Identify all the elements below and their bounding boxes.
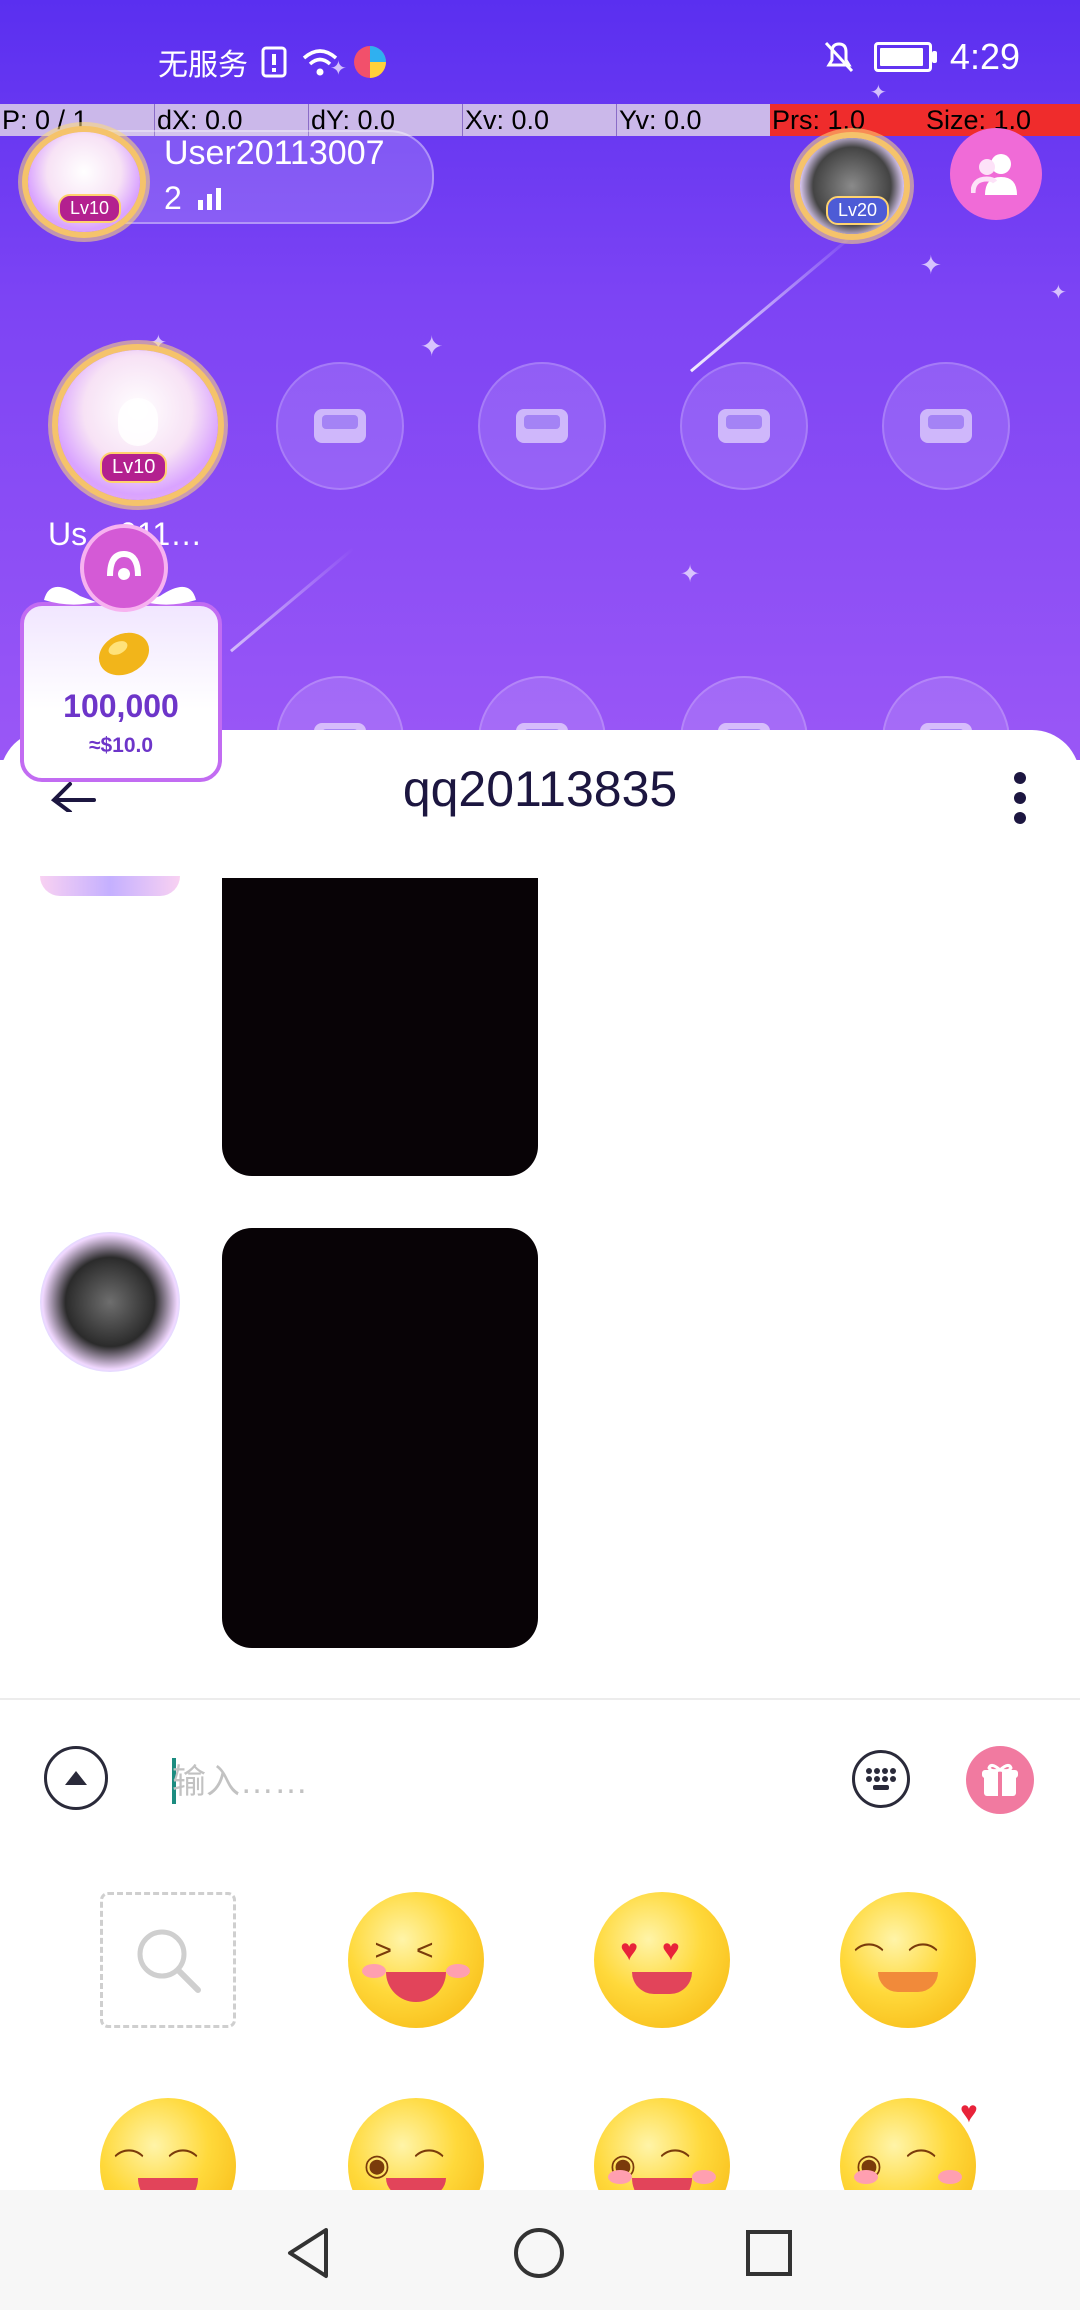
debug-pressure: Prs: 1.0 xyxy=(770,104,924,136)
back-nav-icon[interactable] xyxy=(284,2226,330,2280)
mic-icon xyxy=(118,398,158,446)
empty-seat[interactable] xyxy=(478,362,606,490)
star-decoration: ✦ xyxy=(1050,282,1067,304)
debug-yv: Yv: 0.0 xyxy=(616,104,770,136)
members-button[interactable] xyxy=(950,128,1042,220)
app-notification-icon xyxy=(354,46,386,78)
sofa-icon xyxy=(314,409,366,443)
recents-nav-icon[interactable] xyxy=(744,2228,794,2278)
coin-bean-icon xyxy=(98,632,150,676)
host-level-badge: Lv10 xyxy=(58,194,122,223)
wifi-icon xyxy=(302,49,338,76)
empty-seat[interactable] xyxy=(882,362,1010,490)
battery-icon xyxy=(873,42,937,72)
heart-eyes-emoji[interactable]: ♥♥ xyxy=(594,1892,730,2028)
more-options-button[interactable] xyxy=(1010,768,1030,828)
sim-alert-icon xyxy=(261,46,287,78)
headset-icon xyxy=(107,550,141,580)
sofa-icon xyxy=(920,409,972,443)
image-message[interactable] xyxy=(222,1228,538,1648)
more-vertical-icon xyxy=(1014,772,1026,824)
empty-seat[interactable] xyxy=(276,362,404,490)
mute-notification-icon xyxy=(824,41,854,73)
signal-bars-icon xyxy=(197,187,221,210)
gift-icon xyxy=(982,1763,1018,1796)
heart-icon: ♥ xyxy=(960,2096,978,2129)
keyboard-toggle-button[interactable] xyxy=(852,1750,910,1808)
star-decoration: ✦ xyxy=(420,331,444,362)
empty-seat[interactable] xyxy=(680,362,808,490)
online-count: 2 xyxy=(164,180,182,216)
message-input[interactable]: 输入…… xyxy=(172,1752,812,1812)
laughing-emoji[interactable]: >< xyxy=(348,1892,484,2028)
debug-xv: Xv: 0.0 xyxy=(462,104,616,136)
shooting-star xyxy=(690,228,861,373)
image-message[interactable] xyxy=(222,878,538,1176)
chat-sheet xyxy=(0,730,1080,2310)
mic-seat-level-badge: Lv10 xyxy=(100,452,168,483)
coin-usd-value: ≈$10.0 xyxy=(88,734,154,757)
gift-button[interactable] xyxy=(966,1746,1034,1814)
coin-amount: 100,000 xyxy=(63,688,179,724)
sofa-icon xyxy=(718,409,770,443)
sender-avatar[interactable] xyxy=(40,1232,180,1372)
smiling-emoji[interactable]: ⌒⌒ xyxy=(840,1892,976,2028)
emoji-search-button[interactable] xyxy=(100,1892,236,2028)
search-icon xyxy=(137,1929,201,1993)
sofa-icon xyxy=(516,409,568,443)
status-bar: 无服务 4:29 xyxy=(0,0,1080,110)
guest-level-badge: Lv20 xyxy=(826,196,890,225)
carrier-text: 无服务 xyxy=(158,49,248,82)
sender-avatar-partial[interactable] xyxy=(40,876,180,896)
clock-text: 4:29 xyxy=(949,36,1020,77)
shooting-star xyxy=(230,547,355,653)
triangle-up-icon xyxy=(65,1771,87,1785)
keyboard-icon xyxy=(866,1768,896,1790)
system-nav-bar xyxy=(0,2190,1080,2310)
coin-reward-card[interactable]: 100,000 ≈$10.0 xyxy=(20,602,222,782)
host-name: User20113007 xyxy=(164,134,385,172)
input-divider xyxy=(0,1698,1080,1700)
star-decoration: ✦ xyxy=(680,561,701,588)
gift-box-badge[interactable] xyxy=(80,524,168,612)
star-decoration: ✦ xyxy=(920,250,942,280)
expand-panel-button[interactable] xyxy=(44,1746,108,1810)
home-nav-icon[interactable] xyxy=(512,2226,566,2280)
users-icon xyxy=(971,154,1017,195)
